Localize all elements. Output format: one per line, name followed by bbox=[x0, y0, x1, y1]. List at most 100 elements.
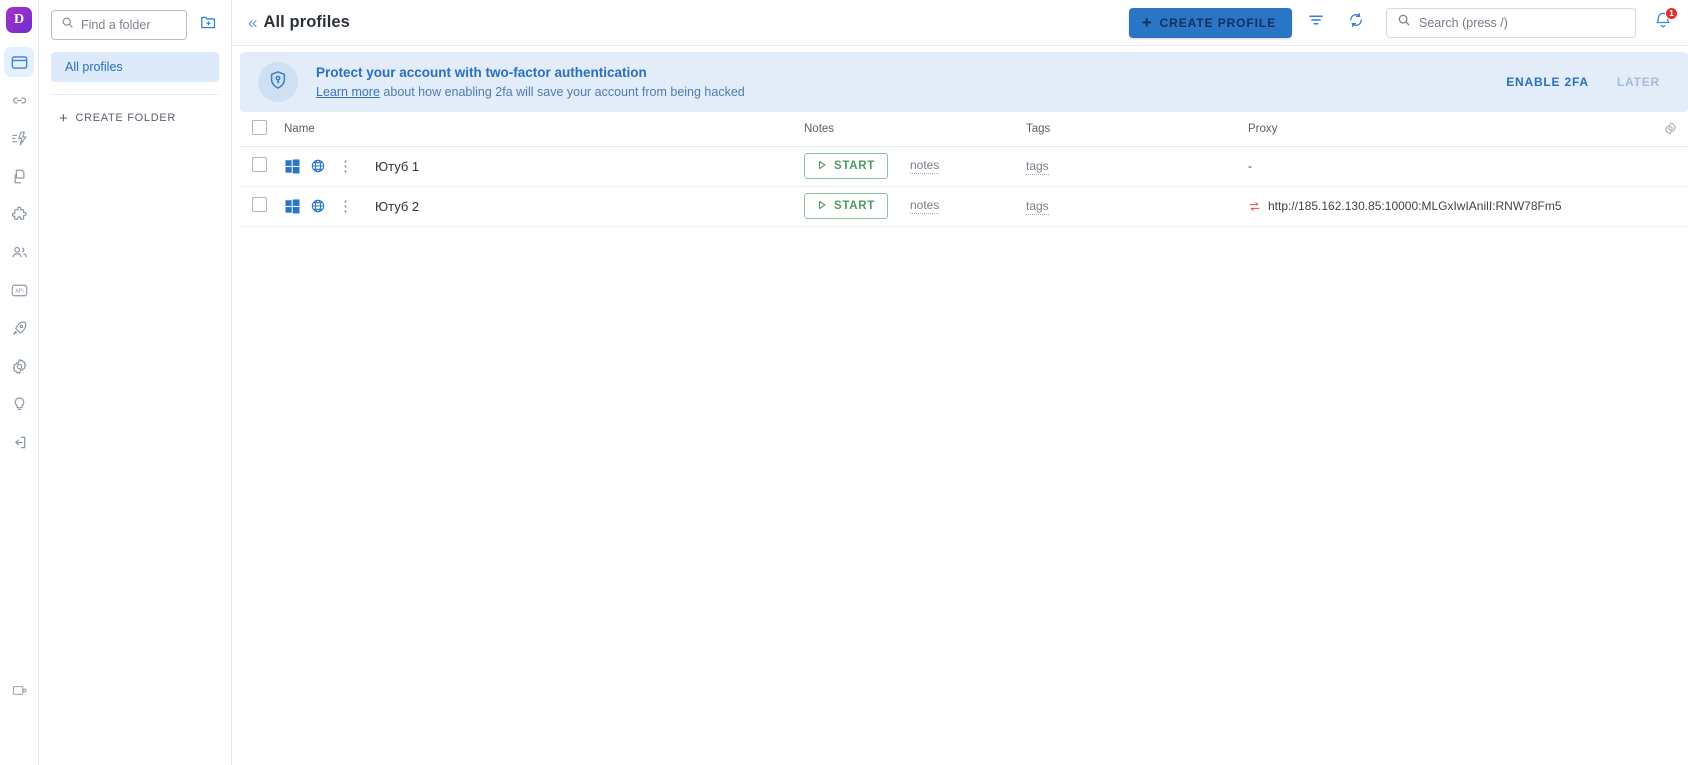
rail-item-team[interactable] bbox=[4, 237, 34, 267]
start-label: START bbox=[834, 160, 875, 172]
proxy-transfer-icon bbox=[1248, 200, 1261, 213]
extensions-icon bbox=[10, 205, 29, 224]
notes-link[interactable]: notes bbox=[910, 198, 940, 214]
row-proxy-cell: http://185.162.130.85:10000:MLGxIwIAnilI… bbox=[1248, 186, 1652, 227]
rail-item-proxies[interactable] bbox=[4, 85, 34, 115]
windows-icon bbox=[284, 158, 300, 174]
main-content: « All profiles + CREATE PROFILE Search (… bbox=[232, 0, 1688, 765]
automation-icon bbox=[10, 129, 29, 148]
play-icon bbox=[817, 160, 827, 173]
proxy-value[interactable]: - bbox=[1248, 159, 1252, 173]
rail-item-extensions[interactable] bbox=[4, 199, 34, 229]
banner-subtitle: Learn more about how enabling 2fa will s… bbox=[316, 83, 745, 102]
rail-item-window-mode[interactable] bbox=[4, 675, 34, 705]
header-notes[interactable]: Notes bbox=[804, 112, 1026, 147]
later-button[interactable]: LATER bbox=[1603, 75, 1674, 89]
twofa-banner-wrap: Protect your account with two-factor aut… bbox=[232, 46, 1688, 112]
app-root: D API Find a folder All profiles + CREAT… bbox=[0, 0, 1688, 765]
new-folder-icon bbox=[199, 13, 218, 37]
new-folder-button[interactable] bbox=[197, 14, 219, 36]
notes-link[interactable]: notes bbox=[910, 158, 940, 174]
cookies-icon bbox=[10, 167, 29, 186]
profiles-icon bbox=[10, 53, 29, 72]
profiles-table: Name Notes Tags Proxy ⋮ Ютуб 1 START not… bbox=[240, 112, 1688, 227]
rail-item-api[interactable]: API bbox=[4, 275, 34, 305]
filter-button[interactable] bbox=[1300, 7, 1332, 39]
create-folder-button[interactable]: + CREATE FOLDER bbox=[51, 101, 219, 135]
lightbulb-icon bbox=[10, 395, 29, 414]
table-settings-gear-icon[interactable] bbox=[1652, 121, 1688, 136]
enable-2fa-button[interactable]: ENABLE 2FA bbox=[1492, 75, 1603, 89]
name-cell-inner: ⋮ Ютуб 2 bbox=[284, 198, 804, 214]
start-button[interactable]: START bbox=[804, 153, 888, 179]
logout-icon bbox=[10, 433, 29, 452]
row-name-cell: ⋮ Ютуб 1 bbox=[284, 146, 804, 187]
rail-item-tips[interactable] bbox=[4, 389, 34, 419]
folder-item-all-profiles[interactable]: All profiles bbox=[51, 52, 219, 82]
folder-sidebar: Find a folder All profiles + CREATE FOLD… bbox=[39, 0, 232, 765]
sidebar-divider bbox=[51, 94, 219, 95]
shield-key-icon-wrap bbox=[258, 62, 298, 102]
filter-icon bbox=[1307, 11, 1325, 34]
tags-link[interactable]: tags bbox=[1026, 199, 1049, 215]
rail-item-quickstart[interactable] bbox=[4, 313, 34, 343]
proxy-link-icon bbox=[10, 91, 29, 110]
start-button[interactable]: START bbox=[804, 193, 888, 219]
row-notes-cell: START notes bbox=[804, 146, 1026, 187]
notifications-button[interactable]: 1 bbox=[1646, 6, 1680, 40]
header-settings bbox=[1652, 112, 1688, 147]
rail-item-automation[interactable] bbox=[4, 123, 34, 153]
page-title: All profiles bbox=[263, 13, 350, 31]
select-all-checkbox[interactable] bbox=[252, 119, 267, 135]
banner-title: Protect your account with two-factor aut… bbox=[316, 64, 647, 80]
play-icon bbox=[817, 200, 827, 213]
kebab-menu-icon[interactable]: ⋮ bbox=[336, 199, 355, 214]
rail-item-logout[interactable] bbox=[4, 427, 34, 457]
learn-more-link[interactable]: Learn more bbox=[316, 85, 380, 99]
profile-name: Ютуб 1 bbox=[375, 158, 420, 174]
table-row[interactable]: ⋮ Ютуб 2 START notes tags http://185.162… bbox=[240, 186, 1688, 227]
globe-icon bbox=[310, 198, 326, 214]
row-checkbox[interactable] bbox=[252, 157, 267, 172]
folder-item-label: All profiles bbox=[65, 60, 123, 74]
search-placeholder: Search (press /) bbox=[1419, 15, 1508, 30]
app-logo[interactable]: D bbox=[6, 7, 32, 33]
rail-item-settings[interactable] bbox=[4, 351, 34, 381]
search-input[interactable]: Search (press /) bbox=[1386, 7, 1636, 38]
profiles-table-area: Name Notes Tags Proxy ⋮ Ютуб 1 START not… bbox=[232, 112, 1688, 765]
row-notes-cell: START notes bbox=[804, 186, 1026, 227]
table-row[interactable]: ⋮ Ютуб 1 START notes tags - bbox=[240, 146, 1688, 187]
windows-icon bbox=[284, 198, 300, 214]
proxy-cell-inner[interactable]: http://185.162.130.85:10000:MLGxIwIAnilI… bbox=[1248, 199, 1652, 213]
team-icon bbox=[10, 243, 29, 262]
kebab-menu-icon[interactable]: ⋮ bbox=[336, 159, 355, 174]
notification-badge: 1 bbox=[1665, 6, 1678, 20]
header-tags[interactable]: Tags bbox=[1026, 112, 1248, 147]
row-tags-cell: tags bbox=[1026, 146, 1248, 187]
rail-item-profiles[interactable] bbox=[4, 47, 34, 77]
twofa-banner: Protect your account with two-factor aut… bbox=[240, 52, 1688, 112]
refresh-icon bbox=[1347, 11, 1365, 34]
row-select-cell bbox=[240, 186, 284, 227]
settings-gear-icon bbox=[10, 357, 29, 376]
plus-icon: + bbox=[59, 109, 69, 127]
plus-icon: + bbox=[1141, 13, 1153, 32]
app-logo-letter: D bbox=[13, 12, 25, 27]
folder-search-input[interactable]: Find a folder bbox=[51, 10, 187, 40]
shield-key-icon bbox=[267, 69, 289, 96]
proxy-value: http://185.162.130.85:10000:MLGxIwIAnilI… bbox=[1268, 199, 1562, 213]
icon-rail: D API bbox=[0, 0, 39, 765]
folder-list: All profiles bbox=[51, 52, 219, 82]
rail-item-cookies[interactable] bbox=[4, 161, 34, 191]
start-label: START bbox=[834, 200, 875, 212]
tags-link[interactable]: tags bbox=[1026, 159, 1049, 175]
refresh-button[interactable] bbox=[1340, 7, 1372, 39]
header-name[interactable]: Name bbox=[284, 112, 804, 147]
create-profile-button[interactable]: + CREATE PROFILE bbox=[1128, 7, 1292, 38]
search-icon bbox=[1397, 13, 1411, 32]
table-head: Name Notes Tags Proxy bbox=[240, 112, 1688, 147]
row-end-cell bbox=[1652, 186, 1688, 227]
row-checkbox[interactable] bbox=[252, 197, 267, 212]
collapse-sidebar-icon[interactable]: « bbox=[246, 14, 263, 31]
header-proxy[interactable]: Proxy bbox=[1248, 112, 1652, 147]
